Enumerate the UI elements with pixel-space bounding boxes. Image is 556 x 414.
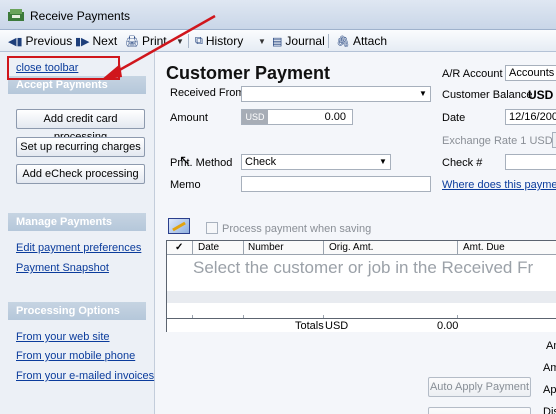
table-row[interactable] <box>167 303 556 315</box>
process-payment-label: Process payment when saving <box>222 223 372 235</box>
processing-options-header: Processing Options <box>8 302 146 320</box>
from-mobile-phone-link[interactable]: From your mobile phone <box>16 350 135 362</box>
totals-label: Totals <box>295 320 324 332</box>
history-dropdown-icon[interactable]: ▼ <box>258 37 266 46</box>
date-column-header: Date <box>198 242 220 253</box>
totals-row: Totals USD 0.00 <box>167 318 556 332</box>
title-bar: Receive Payments <box>0 0 556 30</box>
print-button[interactable]: 🖨 Print <box>125 33 167 49</box>
auto-apply-payment-button[interactable]: Auto Apply Payment <box>428 377 531 397</box>
chevron-down-icon[interactable]: ▼ <box>416 87 430 101</box>
next-label: Next <box>92 34 118 48</box>
date-field[interactable]: 12/16/2009 <box>505 109 556 125</box>
memo-field[interactable] <box>241 176 431 192</box>
mouse-cursor-icon: ↖ <box>179 152 191 168</box>
amount-summary-label: Am <box>543 362 556 374</box>
previous-icon: ◀▮ <box>8 35 23 48</box>
next-icon: ▮▶ <box>75 35 90 48</box>
received-from-label: Received From <box>170 87 245 99</box>
history-button[interactable]: ⧉ History <box>195 33 243 49</box>
date-label: Date <box>442 112 466 124</box>
add-echeck-processing-button[interactable]: Add eCheck processing <box>16 164 145 184</box>
check-number-label: Check # <box>442 157 483 169</box>
orig-amt-column-header: Orig. Amt. <box>329 242 374 253</box>
exchange-rate-field <box>552 132 556 148</box>
toolbar: ◀▮ Previous ▮▶ Next 🖨 Print ▼ ⧉ History … <box>0 30 556 52</box>
ar-account-select[interactable]: Accounts R <box>505 65 556 81</box>
where-does-payment-go-link[interactable]: Where does this payment g <box>442 179 556 191</box>
toolbar-divider <box>328 34 329 48</box>
table-row[interactable] <box>167 291 556 303</box>
journal-label: Journal <box>285 34 325 48</box>
window-title: Receive Payments <box>30 9 131 23</box>
history-label: History <box>205 34 244 48</box>
previous-label: Previous <box>25 34 73 48</box>
journal-button[interactable]: ▤ Journal <box>272 33 325 49</box>
invoice-table: ✓ Date Number Orig. Amt. Amt. Due Select… <box>166 240 556 332</box>
amt-due-column-header: Amt. Due <box>463 242 505 253</box>
toolbar-divider <box>188 34 189 48</box>
process-payment-checkbox[interactable] <box>206 222 218 234</box>
ar-account-label: A/R Account <box>442 68 503 80</box>
attach-label: Attach <box>352 34 387 48</box>
table-header: ✓ Date Number Orig. Amt. Amt. Due <box>167 241 556 255</box>
print-label: Print <box>141 34 167 48</box>
totals-currency: USD <box>325 320 349 332</box>
customer-balance-label: Customer Balance <box>442 89 533 101</box>
history-icon: ⧉ <box>195 34 203 47</box>
set-up-recurring-charges-button[interactable]: Set up recurring charges <box>16 137 145 157</box>
page-title: Customer Payment <box>166 63 331 83</box>
payment-method-select[interactable]: Check ▼ <box>241 154 391 170</box>
receive-payments-icon <box>8 9 24 21</box>
amount-currency: USD <box>242 110 268 124</box>
table-row[interactable] <box>167 279 556 291</box>
print-icon: 🖨 <box>125 35 139 48</box>
journal-icon: ▤ <box>272 35 283 48</box>
exchange-rate-label: Exchange Rate 1 USD = <box>442 135 556 147</box>
sidebar: close toolbar Accept Payments Add credit… <box>0 52 155 414</box>
add-credit-card-processing-button[interactable]: Add credit card processing <box>16 109 145 143</box>
next-button[interactable]: ▮▶ Next <box>75 33 117 49</box>
applied-summary-label: App <box>543 384 556 396</box>
memo-label: Memo <box>170 179 201 191</box>
check-column-header: ✓ <box>175 242 184 253</box>
totals-amount: 0.00 <box>437 320 459 332</box>
previous-button[interactable]: ◀▮ Previous <box>8 33 72 49</box>
discount-summary-label: Dis <box>543 406 556 414</box>
amount-summary-label: Am <box>546 340 556 352</box>
payment-snapshot-link[interactable]: Payment Snapshot <box>16 262 109 274</box>
amount-label: Amount <box>170 112 208 124</box>
chevron-down-icon[interactable]: ▼ <box>376 155 390 169</box>
from-web-site-link[interactable]: From your web site <box>16 331 110 343</box>
print-dropdown-icon[interactable]: ▼ <box>176 37 184 46</box>
received-from-combo[interactable]: ▼ <box>241 86 431 102</box>
discount-and-credits-button[interactable] <box>428 407 531 414</box>
attach-button[interactable]: 🖇 Attach <box>336 33 387 49</box>
number-column-header: Number <box>248 242 284 253</box>
manage-payments-header: Manage Payments <box>8 213 146 231</box>
paperclip-icon: 🖇 <box>336 35 350 48</box>
from-emailed-invoices-link[interactable]: From your e-mailed invoices <box>16 370 154 382</box>
check-number-field[interactable] <box>505 154 556 170</box>
customer-balance-currency: USD <box>528 88 554 102</box>
table-empty-hint: Select the customer or job in the Receiv… <box>193 258 534 277</box>
annotation-highlight-box <box>7 56 120 80</box>
credit-card-processing-icon <box>168 218 190 234</box>
amount-value: 0.00 <box>324 111 346 123</box>
edit-payment-preferences-link[interactable]: Edit payment preferences <box>16 242 141 254</box>
payment-method-value: Check <box>245 156 277 168</box>
amount-field[interactable]: USD 0.00 <box>241 109 353 125</box>
customer-payment-form: Customer Payment Received From ▼ Amount … <box>156 52 556 414</box>
